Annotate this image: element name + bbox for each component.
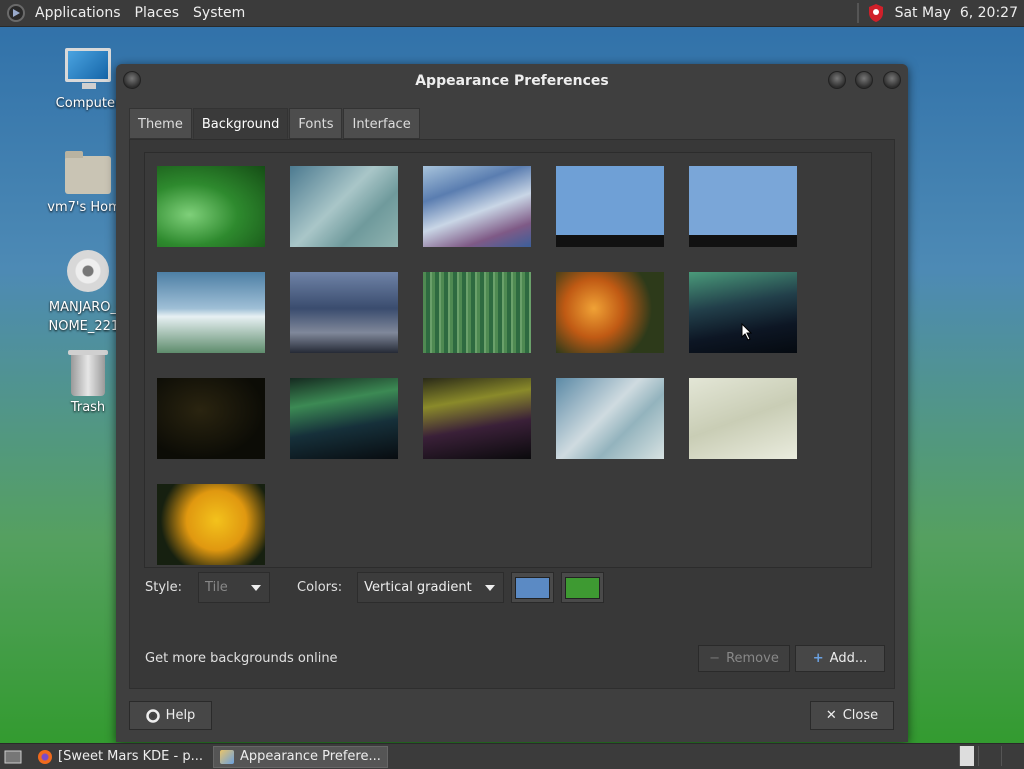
- tab-fonts[interactable]: Fonts: [289, 108, 343, 139]
- window-close-button[interactable]: [883, 71, 901, 89]
- close-button[interactable]: ✕ Close: [810, 701, 894, 730]
- background-thumbnail[interactable]: [423, 166, 531, 247]
- taskbar-item-label: Appearance Prefere...: [239, 749, 381, 764]
- distro-logo-icon[interactable]: [7, 4, 25, 22]
- tray-separator: [856, 3, 859, 23]
- background-thumbnail[interactable]: [157, 166, 265, 247]
- home-folder-icon: [65, 151, 111, 194]
- window-titlebar[interactable]: Appearance Preferences: [116, 64, 908, 98]
- secondary-color-button[interactable]: [561, 572, 605, 603]
- primary-color-swatch: [515, 576, 551, 599]
- background-thumbnail[interactable]: [423, 378, 531, 459]
- background-thumbnail[interactable]: [290, 378, 398, 459]
- background-thumbnail[interactable]: [290, 272, 398, 353]
- trash-icon: [68, 350, 108, 396]
- background-thumbnail[interactable]: [689, 378, 797, 459]
- workspace-switcher[interactable]: [955, 746, 1024, 766]
- applications-menu[interactable]: Applications: [28, 0, 128, 26]
- gallery-scrollbar[interactable]: [869, 153, 871, 567]
- plus-icon: +: [812, 651, 824, 666]
- background-gallery[interactable]: [144, 152, 872, 568]
- close-label: Close: [842, 708, 879, 723]
- secondary-color-swatch: [565, 576, 601, 599]
- background-thumbnail[interactable]: [423, 272, 531, 353]
- tab-background[interactable]: Background: [192, 108, 289, 139]
- colors-dropdown[interactable]: Vertical gradient: [357, 572, 505, 603]
- workspace-3[interactable]: [1001, 746, 1024, 766]
- background-thumbnail[interactable]: [689, 166, 797, 247]
- appearance-preferences-window: Appearance Preferences Theme Background …: [116, 64, 908, 742]
- minus-icon: −: [709, 651, 721, 666]
- tab-interface[interactable]: Interface: [343, 108, 420, 139]
- window-title: Appearance Preferences: [415, 73, 609, 89]
- colors-label: Colors:: [297, 580, 343, 595]
- appearance-prefs-icon: [219, 749, 234, 764]
- add-label: Add...: [829, 651, 868, 666]
- clock[interactable]: Sat May 6, 20:27: [895, 5, 1024, 21]
- computer-icon: [65, 48, 111, 89]
- style-dropdown[interactable]: Tile: [198, 572, 271, 603]
- workspace-1[interactable]: [959, 746, 974, 766]
- background-thumbnail[interactable]: [157, 378, 265, 459]
- help-lifebuoy-icon: [145, 708, 160, 723]
- taskbar-item-appearance[interactable]: Appearance Prefere...: [212, 745, 388, 768]
- minimize-button[interactable]: [828, 71, 846, 89]
- mouse-cursor-icon: [741, 323, 753, 341]
- security-shield-icon[interactable]: [867, 3, 885, 23]
- tab-theme[interactable]: Theme: [129, 108, 192, 139]
- help-button[interactable]: Help: [129, 701, 212, 730]
- maximize-button[interactable]: [855, 71, 873, 89]
- close-icon: ✕: [825, 708, 837, 723]
- top-panel: Applications Places System Sat May 6, 20…: [0, 0, 1024, 27]
- remove-label: Remove: [726, 651, 779, 666]
- background-tab-panel: Style: Tile Colors: Vertical gradient Ge…: [129, 139, 895, 689]
- style-value: Tile: [205, 580, 228, 595]
- show-desktop-button[interactable]: [0, 746, 26, 768]
- background-thumbnail[interactable]: [556, 378, 664, 459]
- background-thumbnail[interactable]: [157, 484, 265, 565]
- online-remove-add-row: Get more backgrounds online − Remove + A…: [145, 645, 885, 672]
- style-label: Style:: [145, 580, 183, 595]
- firefox-icon: [38, 749, 52, 764]
- background-thumbnail[interactable]: [556, 166, 664, 247]
- bottom-taskbar: [Sweet Mars KDE - p... Appearance Prefer…: [0, 743, 1024, 769]
- tab-bar: Theme Background Fonts Interface: [129, 108, 421, 139]
- background-thumbnail[interactable]: [290, 166, 398, 247]
- get-more-backgrounds-link[interactable]: Get more backgrounds online: [145, 651, 698, 666]
- workspace-2[interactable]: [978, 746, 1001, 766]
- taskbar-item-label: [Sweet Mars KDE - p...: [58, 749, 203, 764]
- system-tray: Sat May 6, 20:27: [856, 0, 1024, 26]
- places-menu[interactable]: Places: [128, 0, 187, 26]
- main-menu: Applications Places System: [0, 0, 252, 26]
- system-menu[interactable]: System: [186, 0, 252, 26]
- remove-button[interactable]: − Remove: [698, 645, 790, 672]
- style-colors-row: Style: Tile Colors: Vertical gradient: [145, 572, 605, 603]
- background-thumbnail[interactable]: [556, 272, 664, 353]
- background-thumbnail[interactable]: [157, 272, 265, 353]
- optical-disc-icon: [67, 250, 109, 292]
- chevron-down-icon: [485, 585, 496, 591]
- show-desktop-icon: [4, 750, 22, 763]
- taskbar-item-browser[interactable]: [Sweet Mars KDE - p...: [32, 746, 209, 768]
- colors-value: Vertical gradient: [364, 580, 472, 595]
- help-label: Help: [165, 708, 196, 723]
- chevron-down-icon: [251, 585, 262, 591]
- add-button[interactable]: + Add...: [795, 645, 885, 672]
- primary-color-button[interactable]: [511, 572, 555, 603]
